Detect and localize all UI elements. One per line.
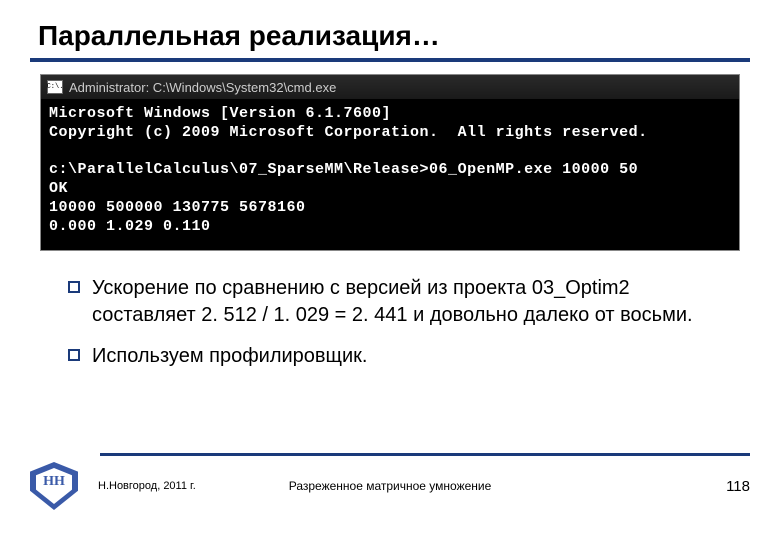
cmd-line: Microsoft Windows [Version 6.1.7600] <box>49 105 391 122</box>
cmd-icon: C:\. <box>47 80 63 94</box>
footer-row: НН Н.Новгород, 2011 г. Разреженное матри… <box>30 462 750 510</box>
title-area: Параллельная реализация… <box>30 20 750 62</box>
cmd-line: 0.000 1.029 0.110 <box>49 218 211 235</box>
cmd-line: c:\ParallelCalculus\07_SparseMM\Release>… <box>49 161 638 178</box>
cmd-titlebar: C:\. Administrator: C:\Windows\System32\… <box>41 75 739 99</box>
logo-text: НН <box>30 474 78 490</box>
title-underline <box>30 58 750 62</box>
footer-location: Н.Новгород, 2011 г. <box>98 480 196 492</box>
bullet-marker-icon <box>68 281 80 293</box>
cmd-body: Microsoft Windows [Version 6.1.7600] Cop… <box>41 99 739 250</box>
bullet-marker-icon <box>68 349 80 361</box>
footer-left: НН Н.Новгород, 2011 г. <box>30 462 196 510</box>
bullet-list: Ускорение по сравнению с версией из прое… <box>68 275 730 370</box>
bullet-text: Ускорение по сравнению с версией из прое… <box>92 275 730 329</box>
cmd-window: C:\. Administrator: C:\Windows\System32\… <box>40 74 740 251</box>
footer: НН Н.Новгород, 2011 г. Разреженное матри… <box>30 453 750 510</box>
bullet-item: Используем профилировщик. <box>68 343 730 370</box>
university-logo: НН <box>30 462 78 510</box>
cmd-line: 10000 500000 130775 5678160 <box>49 199 306 216</box>
cmd-line: OK <box>49 180 68 197</box>
cmd-line: Copyright (c) 2009 Microsoft Corporation… <box>49 124 648 141</box>
slide: Параллельная реализация… C:\. Administra… <box>0 0 780 540</box>
footer-center: Разреженное матричное умножение <box>289 479 492 493</box>
slide-title: Параллельная реализация… <box>38 20 750 52</box>
footer-line <box>100 453 750 456</box>
page-number: 118 <box>726 478 750 495</box>
bullet-item: Ускорение по сравнению с версией из прое… <box>68 275 730 329</box>
bullet-text: Используем профилировщик. <box>92 343 367 370</box>
cmd-titlebar-text: Administrator: C:\Windows\System32\cmd.e… <box>69 80 336 95</box>
